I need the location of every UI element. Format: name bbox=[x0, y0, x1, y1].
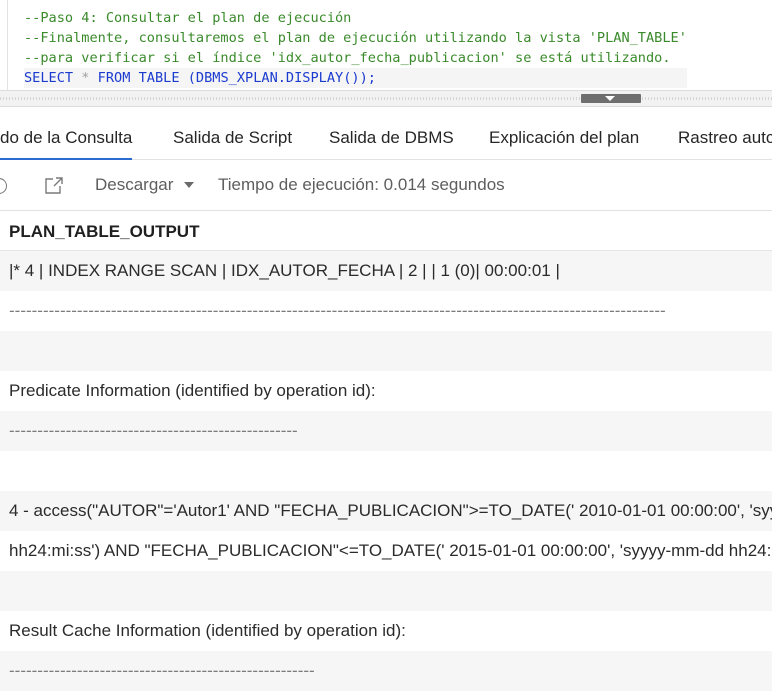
output-tabs: do de la Consulta Salida de Script Salid… bbox=[0, 117, 772, 160]
sql-star: * bbox=[81, 70, 90, 86]
download-button[interactable]: Descargar bbox=[95, 160, 173, 210]
collapse-handle[interactable] bbox=[581, 94, 641, 103]
table-row[interactable] bbox=[0, 331, 772, 371]
table-row[interactable]: |* 4 | INDEX RANGE SCAN | IDX_AUTOR_FECH… bbox=[0, 251, 772, 291]
info-icon[interactable] bbox=[0, 178, 7, 194]
tab-query-result[interactable]: do de la Consulta bbox=[0, 117, 133, 160]
tab-autotrace[interactable]: Rastreo autc bbox=[678, 117, 772, 159]
table-row[interactable]: ----------------------------------------… bbox=[0, 651, 772, 691]
table-row[interactable]: 4 - access("AUTOR"='Autor1' AND "FECHA_P… bbox=[0, 491, 772, 531]
sql-close: ); bbox=[359, 70, 376, 86]
sql-editor[interactable]: --Paso 4: Consultar el plan de ejecución… bbox=[0, 0, 772, 90]
splitter-grip bbox=[0, 97, 772, 100]
open-in-new-icon[interactable] bbox=[44, 177, 64, 195]
column-header[interactable]: PLAN_TABLE_OUTPUT bbox=[0, 212, 772, 251]
results-toolbar: Descargar Tiempo de ejecución: 0.014 seg… bbox=[0, 160, 772, 211]
table-row[interactable]: Predicate Information (identified by ope… bbox=[0, 371, 772, 411]
result-grid: PLAN_TABLE_OUTPUT |* 4 | INDEX RANGE SCA… bbox=[0, 212, 772, 691]
code-line-1: --Paso 4: Consultar el plan de ejecución bbox=[24, 10, 352, 26]
sql-open-paren: ( bbox=[187, 70, 196, 86]
table-row[interactable]: ----------------------------------------… bbox=[0, 291, 772, 331]
sql-func: DBMS_XPLAN.DISPLAY bbox=[195, 70, 344, 86]
sql-call: () bbox=[343, 70, 360, 86]
tab-dbms-output[interactable]: Salida de DBMS bbox=[329, 117, 454, 159]
table-row[interactable]: ----------------------------------------… bbox=[0, 411, 772, 451]
execution-time: Tiempo de ejecución: 0.014 segundos bbox=[218, 175, 505, 194]
code-line-4: SELECT * FROM TABLE (DBMS_XPLAN.DISPLAY(… bbox=[24, 68, 687, 88]
sql-select: SELECT bbox=[24, 70, 74, 86]
code-line-3: --para verificar si el índice 'idx_autor… bbox=[24, 50, 671, 66]
editor-gutter bbox=[7, 0, 8, 90]
sql-from: FROM bbox=[97, 70, 131, 86]
tab-explain-plan[interactable]: Explicación del plan bbox=[489, 117, 639, 159]
code-line-2: --Finalmente, consultaremos el plan de e… bbox=[24, 30, 687, 46]
tab-script-output[interactable]: Salida de Script bbox=[173, 117, 292, 159]
table-row[interactable]: hh24:mi:ss') AND "FECHA_PUBLICACION"<=TO… bbox=[0, 531, 772, 571]
panel-splitter[interactable] bbox=[0, 90, 772, 107]
code-area[interactable]: --Paso 4: Consultar el plan de ejecución… bbox=[24, 8, 687, 88]
chevron-down-icon[interactable] bbox=[184, 182, 194, 188]
chevron-down-icon bbox=[605, 96, 615, 101]
sql-table: TABLE bbox=[138, 70, 180, 86]
table-row[interactable] bbox=[0, 451, 772, 491]
table-row[interactable]: Result Cache Information (identified by … bbox=[0, 611, 772, 651]
table-row[interactable] bbox=[0, 571, 772, 611]
